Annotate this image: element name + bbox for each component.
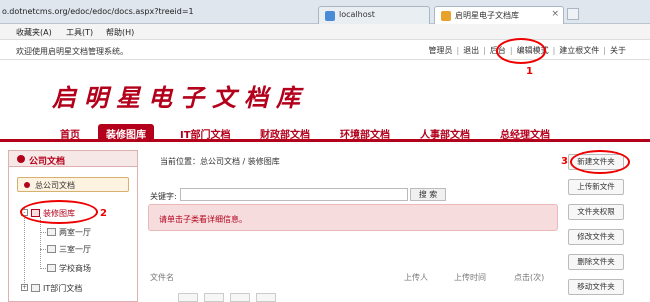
page-favicon-icon <box>325 11 335 21</box>
address-bar-url[interactable]: o.dotnetcms.org/edoc/edoc/docs.aspx?tree… <box>2 7 194 16</box>
browser-menu-bar: 收藏夹(A) 工具(T) 帮助(H) <box>0 24 650 40</box>
delete-folder-button[interactable]: 删除文件夹 <box>568 254 624 270</box>
tab-label: localhost <box>339 10 375 19</box>
link-create-root[interactable]: 建立根文件 <box>559 46 599 55</box>
notice-box: 请单击子类看详细信息。 <box>148 204 558 231</box>
menu-favorites[interactable]: 收藏夹(A) <box>16 27 52 38</box>
table-row-stub <box>256 293 276 302</box>
tree-item-three-bedroom[interactable]: 三室一厅 <box>47 244 91 255</box>
folder-icon <box>47 228 56 236</box>
notice-text: 请单击子类看详细信息。 <box>159 215 247 224</box>
col-filename: 文件名 <box>150 273 174 282</box>
company-docs-button[interactable]: 总公司文档 <box>17 177 129 192</box>
nav-ceo-docs[interactable]: 总经理文档 <box>492 124 558 142</box>
upload-file-button[interactable]: 上传新文件 <box>568 179 624 195</box>
sidebar-header: 公司文档 <box>9 151 137 167</box>
annotation-oval-1 <box>496 38 546 64</box>
tab-label: 启明星电子文档库 <box>455 11 519 20</box>
tree-item-label: 三室一厅 <box>59 245 91 254</box>
new-tab-button[interactable] <box>567 8 579 20</box>
annotation-oval-2 <box>20 200 98 224</box>
browser-tab-edoc[interactable]: 启明星电子文档库 × <box>434 6 564 25</box>
bullet-icon <box>24 182 30 188</box>
expand-toggle-icon[interactable]: + <box>21 284 28 291</box>
browser-tab-localhost[interactable]: localhost <box>318 6 430 24</box>
annotation-oval-3 <box>570 150 630 174</box>
tree-item-label: 学校商场 <box>59 264 91 273</box>
annotation-number-2: 2 <box>100 208 107 219</box>
nav-finance-docs[interactable]: 财政部文档 <box>252 124 318 142</box>
welcome-text: 欢迎使用启明星文档管理系统。 <box>16 47 128 56</box>
folder-icon <box>31 284 40 292</box>
tree-item-label: IT部门文档 <box>43 284 83 293</box>
sidebar-title: 公司文档 <box>29 157 66 167</box>
nav-home[interactable]: 首页 <box>52 124 88 142</box>
main-content: 当前位置：总公司文档 / 装修图库 关键字: 搜 索 请单击子类看详细信息。 文… <box>148 150 558 302</box>
bullet-icon <box>17 155 25 163</box>
link-about[interactable]: 关于 <box>610 46 626 55</box>
search-button[interactable]: 搜 索 <box>410 188 446 201</box>
search-label: 关键字: <box>150 192 177 201</box>
annotation-number-1: 1 <box>526 66 533 77</box>
table-row-stub <box>230 293 250 302</box>
col-upload-time: 上传时间 <box>454 273 486 282</box>
site-title: 启明星电子文档库 <box>52 83 308 112</box>
sidebar: 公司文档 总公司文档 - 装修图库 两室一厅 三室一厅 学校商场 + IT部门文… <box>8 150 138 302</box>
menu-help[interactable]: 帮助(H) <box>106 27 134 38</box>
browser-tab-bar: o.dotnetcms.org/edoc/edoc/docs.aspx?tree… <box>0 0 650 25</box>
tree-item-school-mall[interactable]: 学校商场 <box>47 263 91 274</box>
nav-hr-docs[interactable]: 人事部文档 <box>412 124 478 142</box>
nav-environment-docs[interactable]: 环境部文档 <box>332 124 398 142</box>
table-row-stub <box>178 293 198 302</box>
search-input[interactable] <box>180 188 408 201</box>
tab-close-icon[interactable]: × <box>551 9 559 19</box>
move-folder-button[interactable]: 移动文件夹 <box>568 279 624 295</box>
company-docs-label: 总公司文档 <box>35 181 75 190</box>
breadcrumb: 当前位置：总公司文档 / 装修图库 <box>160 157 280 166</box>
folder-icon <box>47 264 56 272</box>
tree-item-label: 两室一厅 <box>59 228 91 237</box>
table-row-stub <box>204 293 224 302</box>
page-favicon-icon <box>441 11 451 21</box>
col-uploader: 上传人 <box>404 273 428 282</box>
link-logout[interactable]: 退出 <box>463 46 479 55</box>
nav-it-docs[interactable]: IT部门文档 <box>172 124 239 142</box>
site-header: 启明星电子文档库 <box>0 60 650 122</box>
edit-folder-button[interactable]: 修改文件夹 <box>568 229 624 245</box>
folder-permissions-button[interactable]: 文件夹权限 <box>568 204 624 220</box>
tree-item-two-bedroom[interactable]: 两室一厅 <box>47 227 91 238</box>
tree-item-it-docs[interactable]: IT部门文档 <box>31 283 82 294</box>
main-nav: 首页 装修图库 IT部门文档 财政部文档 环境部文档 人事部文档 总经理文档 <box>0 122 650 142</box>
info-bar: 欢迎使用启明星文档管理系统。 管理员 | 退出 | 后台 | 编辑模式 | 建立根文件 | 关于 <box>0 40 650 60</box>
nav-decoration-gallery[interactable]: 装修图库 <box>98 124 154 142</box>
col-clicks: 点击(次) <box>514 273 545 282</box>
link-admin[interactable]: 管理员 <box>428 46 452 55</box>
annotation-number-3: 3 <box>561 156 568 167</box>
menu-tools[interactable]: 工具(T) <box>66 27 93 38</box>
folder-icon <box>47 245 56 253</box>
